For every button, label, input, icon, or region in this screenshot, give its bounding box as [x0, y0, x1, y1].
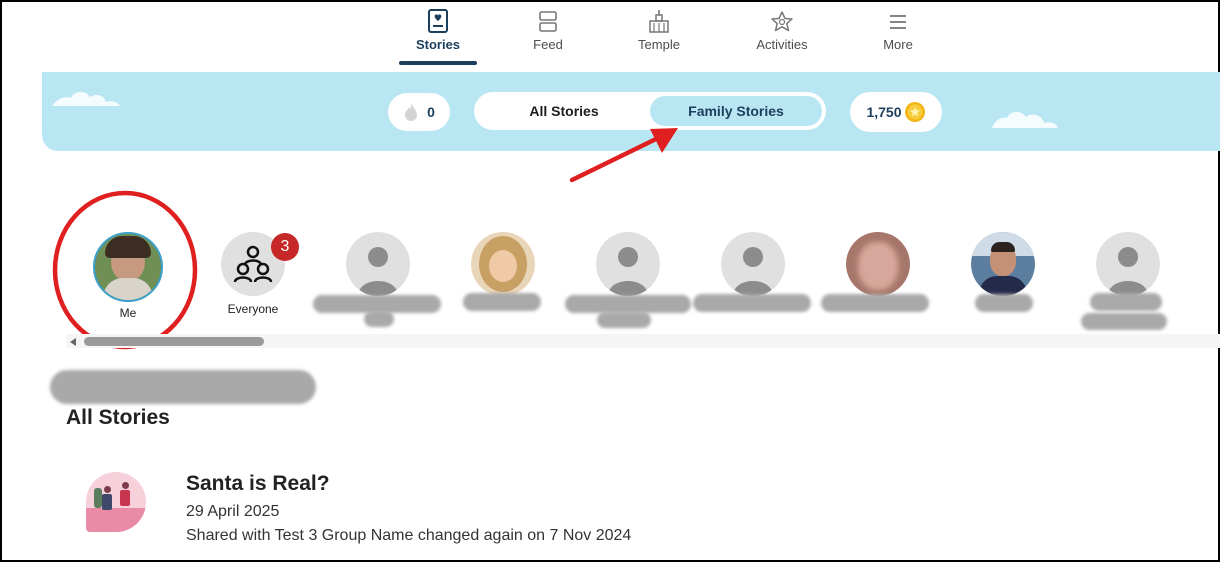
person-member[interactable]: [318, 232, 438, 296]
story-thumbnail[interactable]: [86, 472, 146, 532]
tab-stories[interactable]: Stories: [383, 8, 493, 52]
redacted-name: [693, 294, 811, 312]
tab-stories-label: Stories: [415, 37, 461, 52]
tab-temple[interactable]: Temple: [604, 8, 714, 52]
active-tab-indicator: [399, 61, 477, 65]
tab-more-label: More: [883, 37, 913, 52]
person-member[interactable]: [568, 232, 688, 296]
redacted-name: [1090, 293, 1162, 311]
person-name: Everyone: [227, 302, 279, 316]
annotation-arrow: [569, 128, 678, 183]
default-avatar-icon: [721, 232, 785, 296]
story-title[interactable]: Santa is Real?: [186, 472, 330, 496]
default-avatar-icon: [346, 232, 410, 296]
story-date: 29 April 2025: [186, 503, 280, 520]
section-title: All Stories: [66, 406, 170, 429]
cloud-icon: [52, 91, 120, 106]
scrollbar-thumb[interactable]: [84, 337, 264, 346]
feed-icon: [539, 11, 557, 32]
redacted-name: [821, 294, 929, 312]
default-avatar-icon: [596, 232, 660, 296]
annotation-circle: [52, 190, 198, 350]
coin-icon: [904, 102, 925, 122]
temple-icon: [649, 10, 669, 33]
redacted-name: [975, 294, 1033, 312]
redacted-name: [463, 293, 541, 311]
scroll-left-arrow-icon[interactable]: [69, 337, 77, 347]
person-member[interactable]: [943, 232, 1063, 296]
avatar: [471, 232, 535, 296]
avatar: [971, 232, 1035, 296]
cloud-icon: [992, 111, 1058, 128]
notification-badge: 3: [271, 233, 299, 261]
redacted-name: [1081, 313, 1167, 330]
person-member[interactable]: [443, 232, 563, 296]
streak-counter[interactable]: 0: [388, 93, 450, 131]
person-member[interactable]: [1068, 232, 1188, 296]
redacted-heading: [50, 370, 316, 404]
tab-more[interactable]: More: [843, 8, 953, 52]
tab-feed-label: Feed: [533, 37, 563, 52]
activities-icon: [771, 11, 793, 32]
redacted-name: [597, 312, 651, 328]
person-member[interactable]: [693, 232, 813, 296]
tab-activities-label: Activities: [756, 37, 808, 52]
flame-icon: [405, 103, 418, 121]
avatar: [846, 232, 910, 296]
redacted-name: [565, 295, 691, 313]
tab-temple-label: Temple: [638, 37, 680, 52]
redacted-name: [364, 311, 394, 327]
person-member[interactable]: [818, 232, 938, 296]
coin-balance[interactable]: 1,750: [850, 92, 942, 132]
person-everyone[interactable]: 3 Everyone: [193, 232, 313, 316]
tab-feed[interactable]: Feed: [493, 8, 603, 52]
tab-activities[interactable]: Activities: [727, 8, 837, 52]
default-avatar-icon: [1096, 232, 1160, 296]
story-shared-info: Shared with Test 3 Group Name changed ag…: [186, 527, 632, 544]
streak-count: 0: [427, 104, 435, 120]
coin-count: 1,750: [866, 104, 902, 120]
more-icon: [890, 15, 906, 29]
stories-icon: [428, 9, 448, 33]
